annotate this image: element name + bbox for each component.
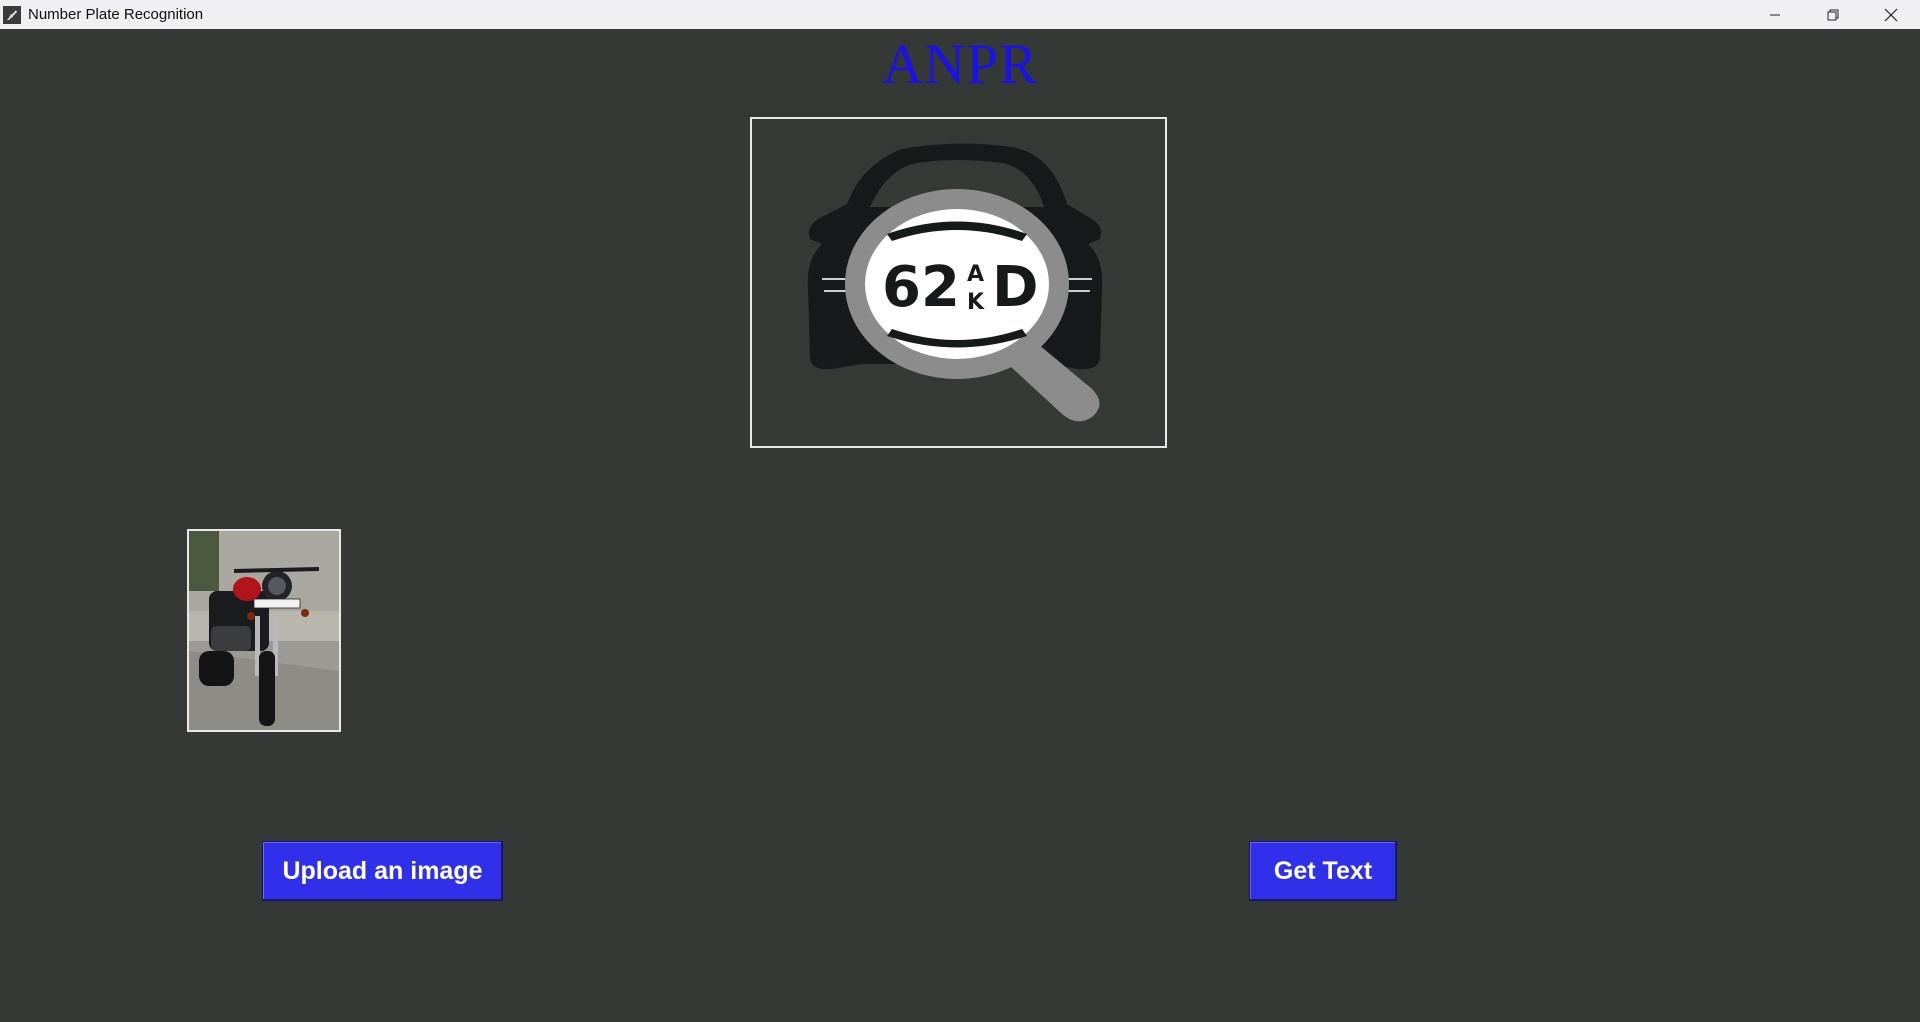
window-title: Number Plate Recognition: [28, 6, 204, 23]
minimize-button[interactable]: [1746, 0, 1804, 29]
feather-app-icon: [3, 5, 21, 24]
plate-letter-top: A: [967, 262, 984, 287]
minimize-icon: [1770, 14, 1780, 15]
uploaded-image-preview: [187, 529, 341, 732]
close-icon: [1884, 8, 1898, 21]
plate-letter-bottom: K: [967, 290, 985, 315]
restore-button[interactable]: [1804, 0, 1862, 29]
restore-icon: [1827, 9, 1839, 20]
window-titlebar: Number Plate Recognition: [0, 0, 1920, 29]
upload-image-button[interactable]: Upload an image: [262, 841, 503, 901]
window-controls: [1746, 0, 1920, 29]
page-title: ANPR: [881, 33, 1039, 96]
plate-number-text: 62: [882, 255, 960, 320]
close-button[interactable]: [1862, 0, 1920, 29]
car-magnifier-icon: 62 A K D: [807, 143, 1103, 422]
anpr-logo: 62 A K D: [750, 117, 1167, 448]
get-text-button[interactable]: Get Text: [1249, 841, 1397, 901]
motorcycle-photo: [189, 531, 339, 730]
plate-letter-right: D: [992, 255, 1038, 320]
